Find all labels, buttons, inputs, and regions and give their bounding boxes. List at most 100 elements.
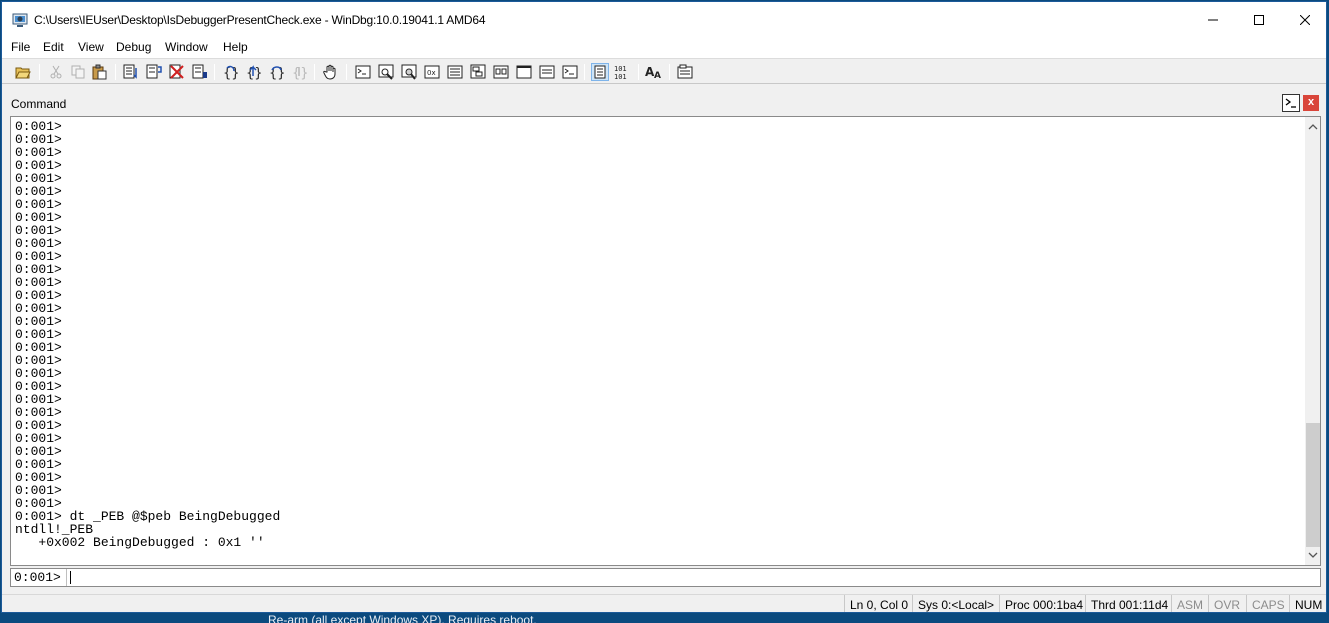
hand-icon: [323, 64, 336, 80]
scratch-pad-icon: [516, 65, 532, 79]
paste-button[interactable]: [91, 63, 109, 81]
menu-window[interactable]: Window: [165, 40, 208, 54]
toolbar: {} {} {} {} 0x 101 101 A A: [2, 58, 1326, 84]
svg-text:0x: 0x: [427, 69, 436, 77]
status-asm: ASM: [1171, 595, 1208, 612]
close-icon: [1300, 15, 1310, 25]
menu-debug[interactable]: Debug: [116, 40, 151, 54]
command-input[interactable]: [69, 569, 1319, 586]
locals-window-button[interactable]: [400, 63, 418, 81]
break-icon: [169, 64, 184, 79]
break-button[interactable]: [168, 63, 186, 81]
open-icon: [15, 67, 31, 79]
toolbar-separator: [346, 64, 347, 80]
maximize-icon: [1254, 15, 1264, 25]
source-toggle-icon: [594, 65, 606, 79]
status-sys: Sys 0:<Local>: [912, 595, 999, 612]
scratch-pad-button[interactable]: [515, 63, 533, 81]
status-thrd: Thrd 001:11d4: [1085, 595, 1173, 612]
chevron-up-icon: [1308, 124, 1318, 130]
source-mode-toggle[interactable]: [591, 63, 609, 81]
options-button[interactable]: [676, 63, 694, 81]
step-over-icon: {}: [223, 65, 238, 80]
locals-icon: [401, 64, 417, 80]
svg-text:101: 101: [614, 65, 627, 73]
copy-icon: [71, 65, 85, 79]
command-input-row: 0:001>: [10, 568, 1321, 587]
disassembly-icon: [493, 65, 509, 79]
watch-window-button[interactable]: [377, 63, 395, 81]
options-icon: [677, 64, 693, 79]
output-scrollbar[interactable]: [1305, 117, 1320, 565]
step-into-button[interactable]: [145, 63, 163, 81]
minimize-button[interactable]: [1190, 2, 1236, 38]
step-over-button[interactable]: {}: [221, 63, 239, 81]
stop-icon: [192, 64, 207, 79]
run-to-cursor-icon: {}: [269, 66, 284, 80]
toolbar-separator: [39, 64, 40, 80]
svg-text:{}: {}: [223, 66, 238, 80]
scroll-thumb[interactable]: [1306, 423, 1320, 547]
font-icon: AA: [645, 65, 661, 80]
panel-title: Command: [11, 97, 67, 111]
font-button[interactable]: AA: [645, 63, 663, 81]
maximize-button[interactable]: [1236, 2, 1282, 38]
close-button[interactable]: [1282, 2, 1326, 38]
command-window-button[interactable]: [354, 63, 372, 81]
memory-icon: [447, 65, 463, 79]
menu-view[interactable]: View: [78, 40, 104, 54]
processes-window-button[interactable]: [538, 63, 556, 81]
call-stack-window-button[interactable]: [469, 63, 487, 81]
panel-dock-button[interactable]: [1282, 94, 1300, 112]
command-prompt-icon: [1283, 95, 1299, 111]
step-out-button[interactable]: {}: [244, 63, 262, 81]
scroll-up-button[interactable]: [1305, 119, 1320, 135]
source-mode-button[interactable]: [122, 63, 140, 81]
source-window-button[interactable]: [561, 63, 579, 81]
window-title: C:\Users\IEUser\Desktop\IsDebuggerPresen…: [34, 13, 486, 27]
panel-close-button[interactable]: x: [1303, 95, 1319, 111]
toolbar-separator: [638, 64, 639, 80]
svg-text:101: 101: [614, 73, 627, 80]
copy-button[interactable]: [69, 63, 87, 81]
toolbar-separator: [314, 64, 315, 80]
background-text: Re-arm (all except Windows XP). Requires…: [268, 613, 537, 623]
svg-text:A: A: [654, 71, 661, 80]
binary-icon: 101101: [614, 65, 627, 80]
cut-button[interactable]: [47, 63, 65, 81]
command-icon: [355, 65, 371, 79]
toolbar-separator: [115, 64, 116, 80]
command-prompt-label: 0:001>: [11, 569, 67, 586]
toolbar-separator: [669, 64, 670, 80]
menu-help[interactable]: Help: [223, 40, 248, 54]
open-button[interactable]: [14, 63, 32, 81]
output-text: 0:001> 0:001> 0:001> 0:001> 0:001> 0:001> 0:00…: [15, 120, 280, 549]
source-icon: [562, 65, 578, 79]
menu-file[interactable]: File: [11, 40, 30, 54]
memory-window-button[interactable]: [446, 63, 464, 81]
binary-mode-button[interactable]: 101 101: [614, 63, 632, 81]
svg-text:{}: {}: [269, 66, 284, 80]
status-bar: Ln 0, Col 0 Sys 0:<Local> Proc 000:1ba4 …: [2, 594, 1326, 612]
toolbar-separator: [214, 64, 215, 80]
title-bar: C:\Users\IEUser\Desktop\IsDebuggerPresen…: [2, 2, 1326, 38]
processes-icon: [539, 65, 555, 79]
registers-icon: 0x: [424, 65, 440, 79]
command-output[interactable]: 0:001> 0:001> 0:001> 0:001> 0:001> 0:001> 0:00…: [10, 116, 1321, 566]
disassembly-window-button[interactable]: [492, 63, 510, 81]
registers-window-button[interactable]: 0x: [423, 63, 441, 81]
output-line: +0x002 BeingDebugged : 0x1 '': [15, 535, 265, 550]
hand-button[interactable]: [322, 63, 340, 81]
watch-icon: [378, 64, 394, 80]
status-proc: Proc 000:1ba4: [999, 595, 1088, 612]
menu-edit[interactable]: Edit: [43, 40, 64, 54]
step-out-icon: {}: [246, 65, 261, 80]
stop-button[interactable]: [191, 63, 209, 81]
step-into-icon: [146, 64, 162, 79]
windbg-window: C:\Users\IEUser\Desktop\IsDebuggerPresen…: [1, 1, 1327, 613]
command-panel-header: Command x: [2, 92, 1326, 116]
run-to-cursor-button[interactable]: {}: [267, 63, 285, 81]
return-button[interactable]: {}: [290, 63, 308, 81]
scroll-down-button[interactable]: [1305, 547, 1320, 563]
menu-bar: File Edit View Debug Window Help: [2, 38, 1326, 58]
